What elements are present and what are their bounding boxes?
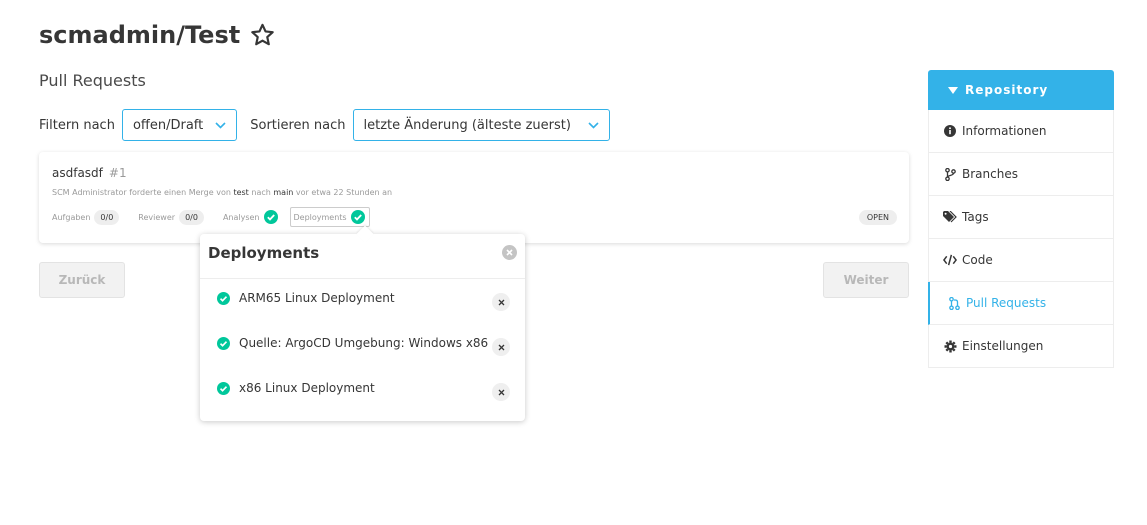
- sidebar-item-label: Pull Requests: [966, 296, 1047, 310]
- meta-middle: nach: [251, 188, 271, 197]
- meta-suffix: vor etwa 22 Stunden an: [295, 188, 393, 197]
- analyses-label: Analysen: [222, 212, 260, 222]
- sidebar-item-code[interactable]: Code: [928, 239, 1114, 282]
- target-branch: main: [273, 188, 294, 197]
- sidebar-item-tags[interactable]: Tags: [928, 196, 1114, 239]
- sort-label: Sortieren nach: [250, 117, 346, 133]
- deployment-item: ARM65 Linux Deployment: [217, 287, 517, 311]
- sidebar-item-label: Code: [962, 253, 993, 267]
- repository-sidebar: Repository Informationen Branches Tags C…: [928, 70, 1114, 368]
- status-badge: OPEN: [858, 210, 897, 225]
- check-circle-icon: [217, 336, 230, 350]
- pull-request-icon: [947, 296, 961, 310]
- filter-bar: Filtern nach offen/Draft Sortieren nach …: [39, 109, 610, 141]
- info-circle-icon: [943, 125, 957, 137]
- source-branch: test: [233, 188, 249, 197]
- check-circle-icon: [217, 291, 230, 305]
- deployments-label: Deployments: [293, 212, 347, 222]
- code-icon: [943, 254, 957, 266]
- deployment-item: Quelle: ArgoCD Umgebung: Windows x86: [217, 332, 517, 356]
- check-circle-icon: [263, 210, 278, 224]
- sort-value: letzte Änderung (älteste zuerst): [363, 117, 571, 133]
- deployment-item: x86 Linux Deployment: [217, 377, 517, 401]
- pull-request-chips: Aufgaben 0/0 Reviewer 0/0 Analysen Deplo…: [52, 207, 370, 227]
- pull-request-name: asdfasdf: [52, 166, 103, 180]
- chevron-down-icon: [215, 121, 226, 129]
- reviewer-count: 0/0: [179, 209, 204, 225]
- cog-icon: [943, 340, 957, 353]
- meta-prefix: SCM Administrator forderte einen Merge v…: [52, 188, 231, 197]
- tasks-count: 0/0: [94, 209, 120, 225]
- sidebar-item-label: Branches: [962, 167, 1018, 181]
- status-filter-select[interactable]: offen/Draft: [121, 109, 238, 141]
- deployments-chip[interactable]: Deployments: [289, 207, 370, 227]
- next-page-button[interactable]: Weiter: [823, 262, 909, 298]
- tags-icon: [943, 211, 957, 223]
- branch-icon: [943, 167, 957, 181]
- check-circle-icon: [350, 210, 365, 224]
- filter-label: Filtern nach: [39, 117, 115, 133]
- status-filter-value: offen/Draft: [132, 117, 204, 133]
- popover-title: Deployments: [208, 244, 320, 262]
- sort-select[interactable]: letzte Änderung (älteste zuerst): [352, 109, 610, 141]
- close-icon[interactable]: [502, 245, 517, 260]
- remove-icon[interactable]: [492, 383, 510, 401]
- remove-icon[interactable]: [492, 293, 510, 311]
- sidebar-item-branches[interactable]: Branches: [928, 153, 1114, 196]
- chevron-down-icon: [588, 121, 599, 129]
- reviewer-chip[interactable]: Reviewer 0/0: [138, 209, 204, 225]
- previous-page-button[interactable]: Zurück: [39, 262, 125, 298]
- deployment-label: ARM65 Linux Deployment: [239, 291, 395, 305]
- star-icon[interactable]: [249, 22, 276, 48]
- pull-request-card[interactable]: asdfasdf #1 SCM Administrator forderte ei…: [39, 152, 909, 243]
- tasks-label: Aufgaben: [52, 212, 91, 222]
- sidebar-item-label: Einstellungen: [962, 339, 1044, 353]
- sidebar-header-label: Repository: [965, 83, 1049, 97]
- remove-icon[interactable]: [492, 338, 510, 356]
- page-subtitle: Pull Requests: [39, 71, 146, 90]
- repository-title: scmadmin/Test: [39, 21, 276, 49]
- sidebar-item-einstellungen[interactable]: Einstellungen: [928, 325, 1114, 368]
- sidebar-item-informationen[interactable]: Informationen: [928, 110, 1114, 153]
- tasks-chip[interactable]: Aufgaben 0/0: [52, 209, 120, 225]
- deployments-popover: Deployments ARM65 Linux Deployment Quell…: [200, 225, 525, 421]
- repository-name: scmadmin/Test: [39, 21, 241, 49]
- analyses-chip[interactable]: Analysen: [223, 210, 278, 224]
- sidebar-header[interactable]: Repository: [928, 70, 1114, 110]
- sidebar-item-label: Informationen: [962, 124, 1047, 138]
- pull-request-meta: SCM Administrator forderte einen Merge v…: [52, 188, 392, 197]
- check-circle-icon: [217, 381, 230, 395]
- sidebar-item-label: Tags: [962, 210, 989, 224]
- reviewer-label: Reviewer: [138, 212, 176, 222]
- caret-down-icon: [948, 86, 958, 94]
- deployment-label: x86 Linux Deployment: [239, 381, 375, 395]
- pull-request-title[interactable]: asdfasdf #1: [52, 166, 127, 180]
- sidebar-item-pull-requests[interactable]: Pull Requests: [928, 282, 1114, 325]
- popover-header: Deployments: [200, 234, 525, 279]
- pull-request-number: #1: [108, 166, 127, 180]
- deployment-label: Quelle: ArgoCD Umgebung: Windows x86: [239, 336, 489, 350]
